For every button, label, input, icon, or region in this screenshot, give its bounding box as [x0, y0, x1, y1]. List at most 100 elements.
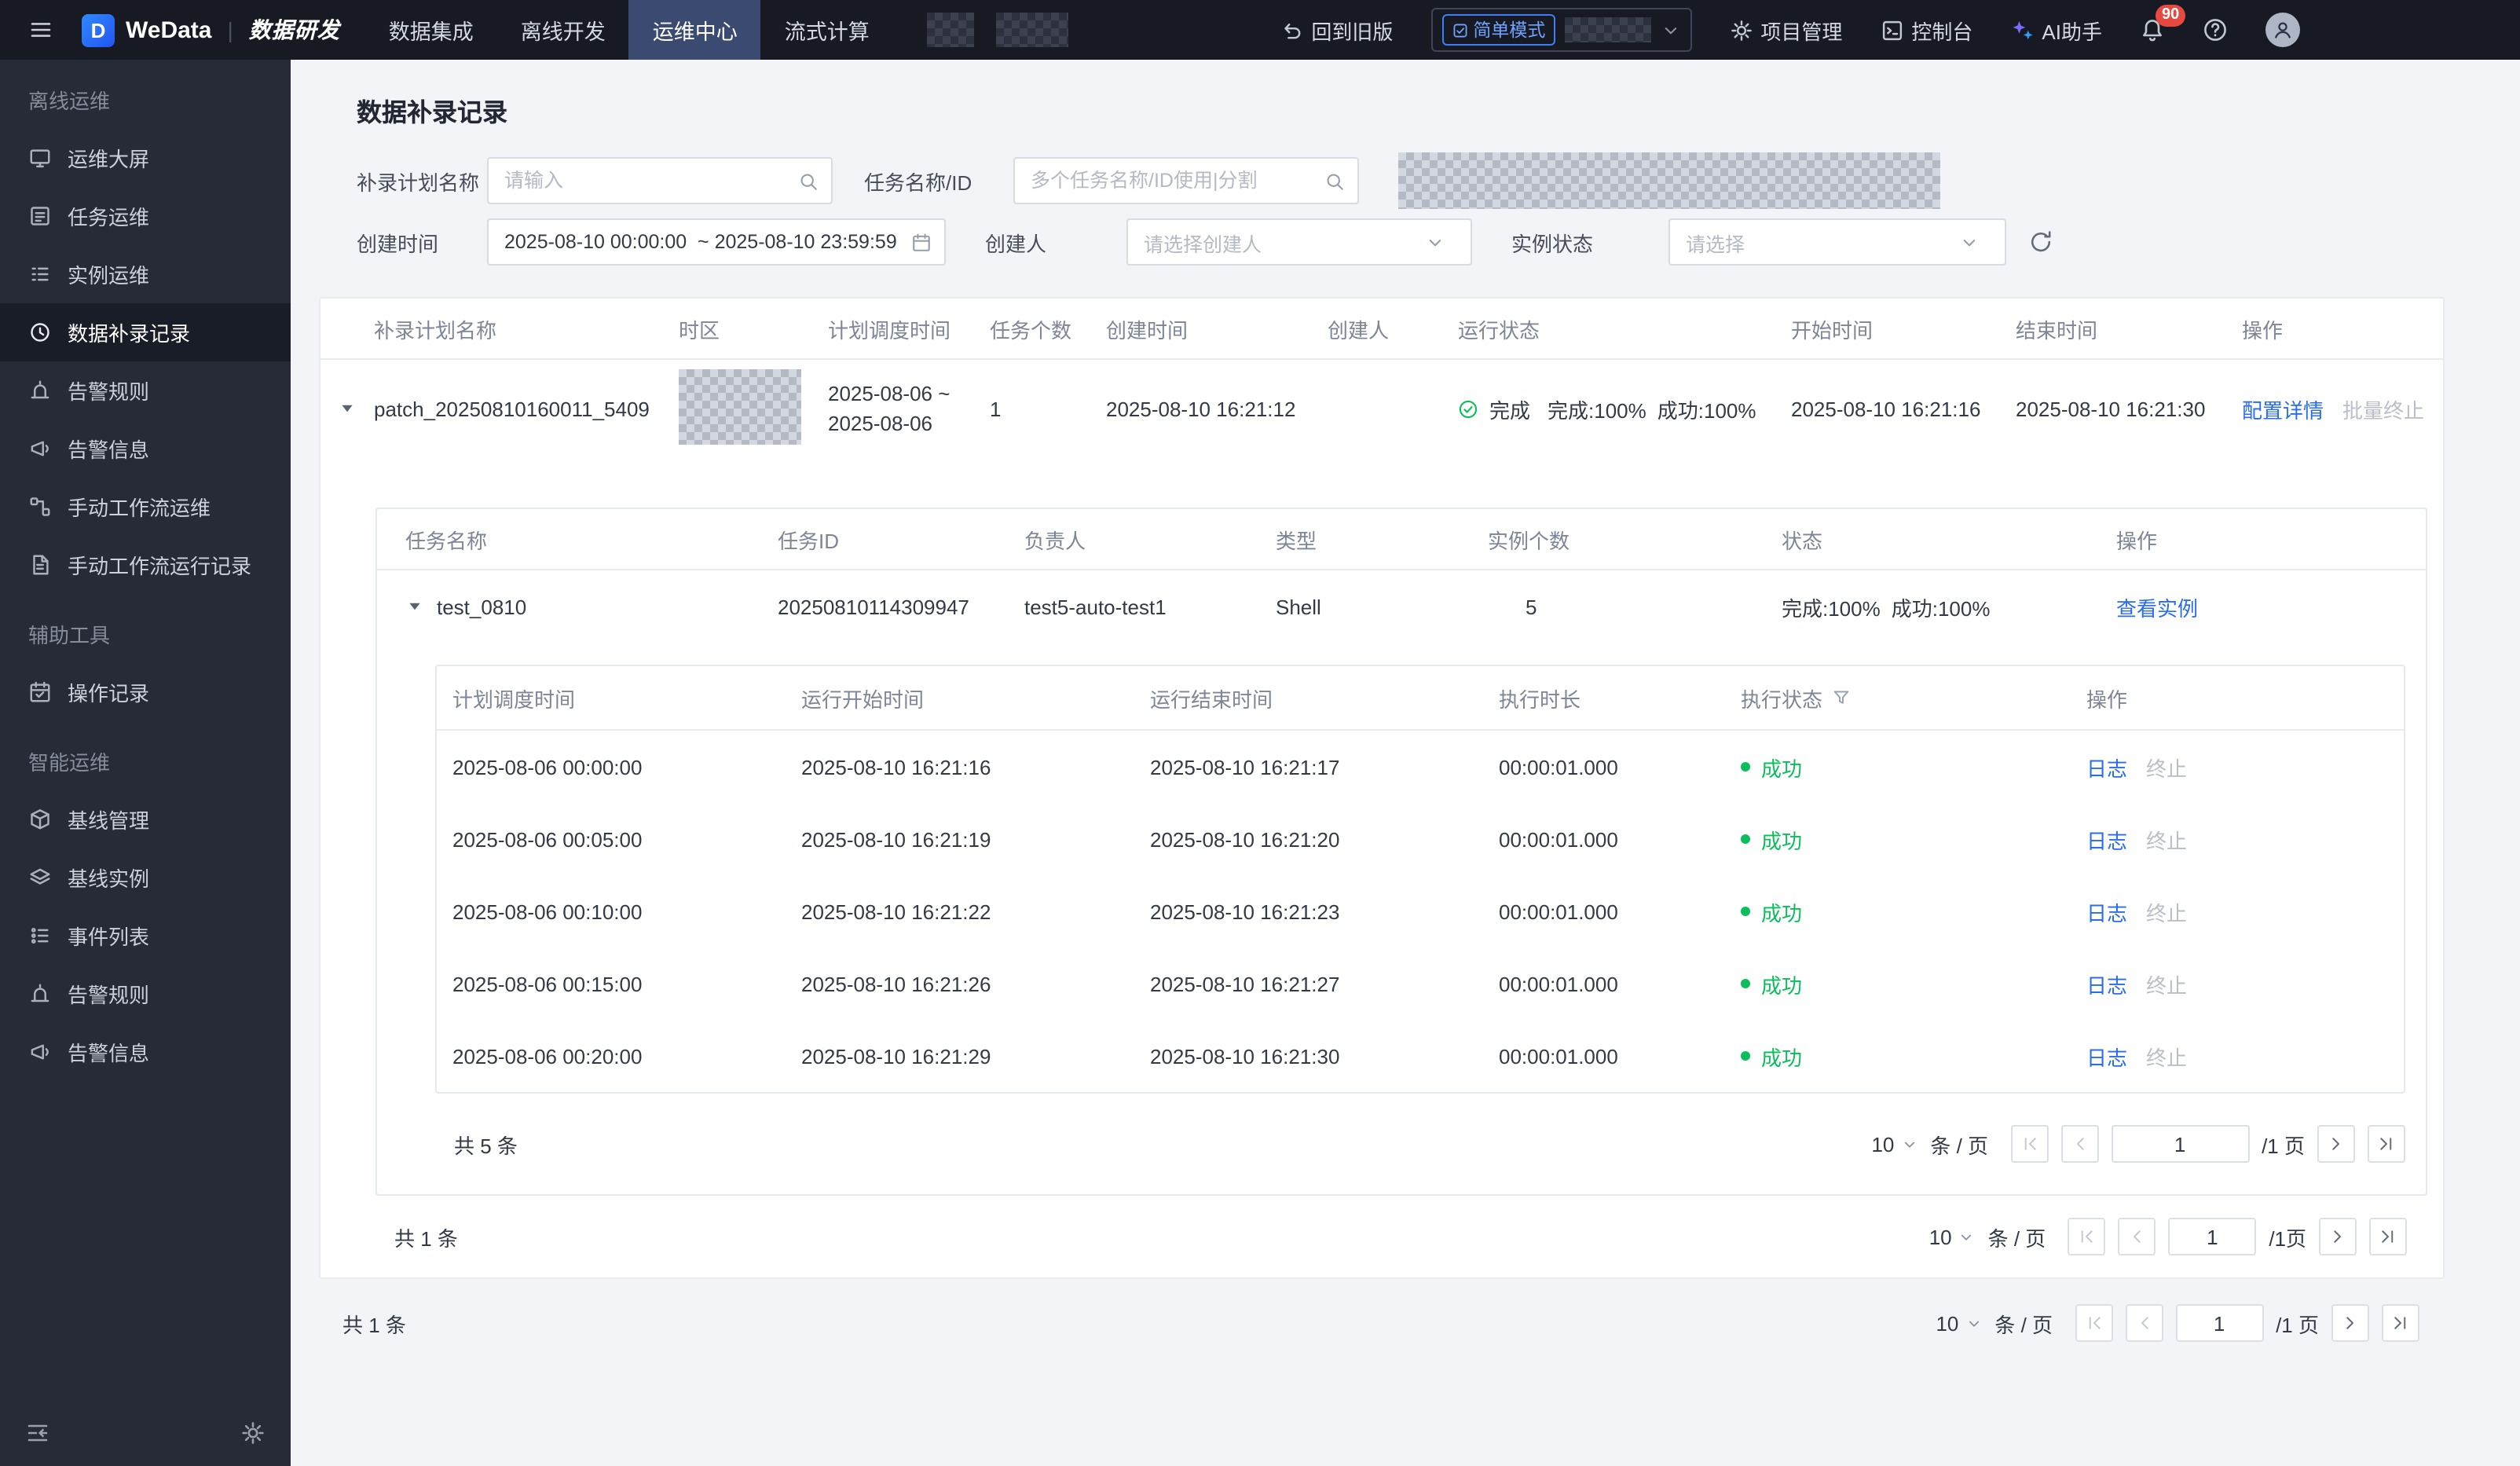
- next-page-button[interactable]: [2317, 1125, 2355, 1163]
- refresh-icon[interactable]: [2028, 229, 2053, 255]
- sidebar-item[interactable]: 告警规则: [0, 965, 291, 1023]
- page-size-select[interactable]: 10: [1936, 1311, 1982, 1335]
- run-start-time: 2025-08-10 16:21:19: [801, 827, 991, 851]
- plan-time: 2025-08-06 00:10:00: [452, 900, 643, 923]
- instance-status-select[interactable]: 请选择: [1668, 218, 2006, 266]
- mode-select[interactable]: 简单模式: [1430, 8, 1692, 52]
- notifications-button[interactable]: 90: [2140, 5, 2186, 42]
- page-title: 数据补录记录: [357, 101, 508, 127]
- run-end-time: 2025-08-10 16:21:30: [1150, 1044, 1340, 1068]
- sidebar-item-label: 告警规则: [68, 380, 150, 404]
- page-number-input[interactable]: [2175, 1304, 2264, 1342]
- terminate-action[interactable]: 终止: [2146, 896, 2187, 926]
- instance-row-ops: 日志 终止: [2086, 969, 2404, 999]
- page-number-input[interactable]: [2111, 1125, 2250, 1163]
- sidebar-item[interactable]: 实例运维: [0, 245, 291, 303]
- filter-icon[interactable]: [1832, 688, 1851, 707]
- topnav-item[interactable]: 离线开发: [497, 0, 629, 60]
- plan-row-ops: 配置详情 批量终止: [2242, 394, 2443, 423]
- column-header: 状态: [1782, 529, 1823, 552]
- chevron-down-icon: [1965, 1314, 1982, 1332]
- log-link[interactable]: 日志: [2086, 824, 2127, 854]
- sidebar-item[interactable]: 手动工作流运维: [0, 478, 291, 536]
- topnav-item[interactable]: 运维中心: [628, 0, 761, 60]
- prev-page-button[interactable]: [2125, 1304, 2163, 1342]
- sidebar-item[interactable]: 告警信息: [0, 1023, 291, 1081]
- prev-page-button[interactable]: [2118, 1218, 2156, 1255]
- avatar[interactable]: [2265, 13, 2300, 47]
- last-page-button[interactable]: [2382, 1304, 2419, 1342]
- topnav-item[interactable]: 数据集成: [365, 0, 497, 60]
- last-page-icon: [2379, 1227, 2397, 1246]
- page-size-select[interactable]: 10: [1871, 1132, 1917, 1156]
- instancelist-icon: [28, 262, 52, 286]
- terminate-action[interactable]: 终止: [2146, 824, 2187, 854]
- sidebar-item[interactable]: 事件列表: [0, 907, 291, 965]
- config-detail-link[interactable]: 配置详情: [2242, 394, 2324, 423]
- next-page-button[interactable]: [2331, 1304, 2369, 1342]
- sidebar-item-label: 告警信息: [68, 438, 150, 462]
- search-icon[interactable]: [798, 170, 819, 191]
- collapse-row-icon[interactable]: [338, 399, 357, 418]
- tasklist-icon: [28, 204, 52, 228]
- view-instances-link[interactable]: 查看实例: [2116, 596, 2198, 620]
- sidebar-item[interactable]: 操作记录: [0, 663, 291, 721]
- collapse-sidebar-icon[interactable]: [25, 1420, 50, 1446]
- terminate-action[interactable]: 终止: [2146, 1041, 2187, 1071]
- column-header: 类型: [1276, 529, 1317, 552]
- plan-name-input[interactable]: [489, 170, 798, 192]
- back-to-old-button[interactable]: 回到旧版: [1280, 15, 1393, 45]
- sidebar-item-label: 运维大屏: [68, 148, 150, 171]
- batch-terminate-action[interactable]: 批量终止: [2342, 394, 2424, 423]
- first-page-button[interactable]: [2075, 1304, 2113, 1342]
- sidebar-item[interactable]: 任务运维: [0, 187, 291, 245]
- page-size-unit: 条 / 页: [1930, 1134, 1989, 1157]
- column-header: 计划调度时间: [452, 687, 576, 711]
- search-icon[interactable]: [1324, 170, 1345, 191]
- undo-icon: [1280, 18, 1303, 42]
- terminate-action[interactable]: 终止: [2146, 752, 2187, 782]
- plan-schedule-time: 2025-08-06 ~ 2025-08-06: [828, 381, 950, 435]
- wedata-logo: D: [82, 13, 115, 46]
- log-link[interactable]: 日志: [2086, 752, 2127, 782]
- log-link[interactable]: 日志: [2086, 1041, 2127, 1071]
- terminate-action[interactable]: 终止: [2146, 969, 2187, 999]
- log-link[interactable]: 日志: [2086, 969, 2127, 999]
- sidebar-item[interactable]: 数据补录记录: [0, 303, 291, 361]
- duration: 00:00:01.000: [1499, 1044, 1618, 1068]
- topnav-item[interactable]: 流式计算: [761, 0, 893, 60]
- console-button[interactable]: 控制台: [1880, 15, 1972, 45]
- last-page-button[interactable]: [2368, 1125, 2405, 1163]
- sidebar-item[interactable]: 告警规则: [0, 361, 291, 420]
- creator-select[interactable]: 请选择创建人: [1126, 218, 1472, 266]
- sidebar-item[interactable]: 告警信息: [0, 420, 291, 478]
- instance-row-ops: 日志 终止: [2086, 896, 2404, 926]
- menu-icon[interactable]: [28, 17, 53, 42]
- first-page-button[interactable]: [2068, 1218, 2106, 1255]
- create-time-range: [487, 218, 946, 266]
- project-mgmt-button[interactable]: 项目管理: [1729, 15, 1842, 45]
- screen-icon: [28, 146, 52, 170]
- task-id: 20250810114309947: [778, 595, 969, 618]
- last-page-button[interactable]: [2369, 1218, 2407, 1255]
- sidebar-item[interactable]: 运维大屏: [0, 129, 291, 187]
- prev-page-button[interactable]: [2060, 1125, 2099, 1163]
- flow-icon: [28, 495, 52, 519]
- calendar-icon[interactable]: [911, 232, 932, 252]
- first-page-button[interactable]: [2010, 1125, 2049, 1163]
- collapse-task-icon[interactable]: [405, 597, 424, 616]
- date-range-input[interactable]: [489, 231, 911, 253]
- page-size-select[interactable]: 10: [1929, 1225, 1976, 1248]
- task-search-input[interactable]: [1015, 170, 1324, 192]
- ai-assistant-button[interactable]: AI助手: [2010, 15, 2102, 45]
- sidebar-item[interactable]: 基线实例: [0, 848, 291, 907]
- sidebar-item[interactable]: 手动工作流运行记录: [0, 536, 291, 594]
- settings-gear-icon[interactable]: [240, 1420, 266, 1446]
- help-icon[interactable]: [2203, 17, 2228, 42]
- next-page-button[interactable]: [2319, 1218, 2357, 1255]
- log-link[interactable]: 日志: [2086, 896, 2127, 926]
- page-number-input[interactable]: [2168, 1218, 2257, 1255]
- column-header: 时区: [679, 318, 720, 342]
- sidebar-item[interactable]: 基线管理: [0, 790, 291, 848]
- chevron-down-icon: [1958, 1228, 1976, 1245]
